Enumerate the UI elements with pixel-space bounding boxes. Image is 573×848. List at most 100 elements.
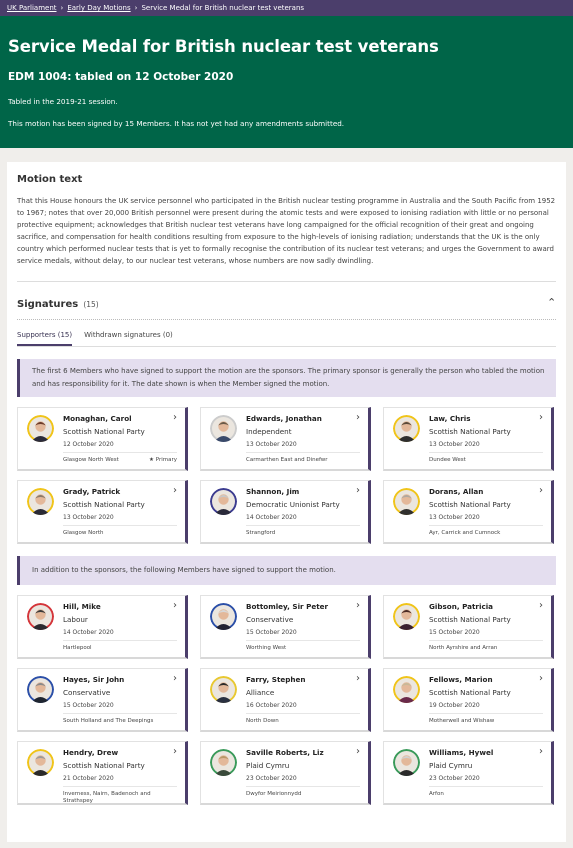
- member-card[interactable]: Bottomley, Sir Peter Conservative 15 Octob…: [200, 595, 371, 659]
- chevron-right-icon[interactable]: ›: [173, 485, 177, 496]
- main-panel: Motion text That this House honours the …: [7, 162, 566, 842]
- member-card[interactable]: Fellows, Marion Scottish National Party 19…: [383, 668, 554, 732]
- member-constituency: Glasgow North: [63, 530, 104, 536]
- member-card[interactable]: Hendry, Drew Scottish National Party 21 Oc…: [17, 741, 188, 805]
- member-avatar: [210, 415, 237, 442]
- member-avatar: [393, 603, 420, 630]
- page-title: Service Medal for British nuclear test v…: [8, 37, 439, 56]
- member-constituency: Ayr, Carrick and Cumnock: [429, 530, 501, 536]
- member-name[interactable]: Monaghan, Carol: [63, 414, 132, 423]
- breadcrumb-uk-parliament[interactable]: UK Parliament: [7, 4, 57, 12]
- member-card[interactable]: Monaghan, Carol Scottish National Party 12…: [17, 407, 188, 471]
- breadcrumb-early-day-motions[interactable]: Early Day Motions: [67, 4, 130, 12]
- supporter-grid: Hill, Mike Labour 14 October 2020 Hartlepoo…: [17, 595, 556, 805]
- chevron-right-icon[interactable]: ›: [539, 746, 543, 757]
- member-card[interactable]: Williams, Hywel Plaid Cymru 23 October 202…: [383, 741, 554, 805]
- member-constituency: Dwyfor Meirionnydd: [246, 791, 302, 797]
- member-name[interactable]: Hill, Mike: [63, 602, 101, 611]
- member-party: Scottish National Party: [429, 427, 511, 436]
- chevron-right-icon[interactable]: ›: [356, 673, 360, 684]
- chevron-right-icon[interactable]: ›: [539, 600, 543, 611]
- chevron-right-icon[interactable]: ›: [173, 673, 177, 684]
- member-name[interactable]: Law, Chris: [429, 414, 471, 423]
- member-party: Scottish National Party: [429, 615, 511, 624]
- chevron-right-icon[interactable]: ›: [173, 600, 177, 611]
- chevron-right-icon[interactable]: ›: [539, 673, 543, 684]
- divider: [63, 713, 177, 714]
- chevron-right-icon[interactable]: ›: [356, 600, 360, 611]
- signed-date: 16 October 2020: [246, 702, 297, 709]
- member-card[interactable]: Shannon, Jim Democratic Unionist Party 14 …: [200, 480, 371, 544]
- member-party: Scottish National Party: [63, 427, 145, 436]
- member-name[interactable]: Saville Roberts, Liz: [246, 748, 324, 757]
- tab-withdrawn-signatures[interactable]: Withdrawn signatures (0): [84, 331, 173, 346]
- member-card[interactable]: Law, Chris Scottish National Party 13 Octo…: [383, 407, 554, 471]
- chevron-up-icon[interactable]: ⌄: [547, 295, 556, 308]
- member-constituency: South Holland and The Deepings: [63, 718, 154, 724]
- signatures-header[interactable]: Signatures (15) ⌄: [17, 292, 556, 311]
- member-name[interactable]: Williams, Hywel: [429, 748, 493, 757]
- member-constituency: Inverness, Nairn, Badenoch and Strathspe…: [63, 791, 151, 804]
- member-avatar: [393, 415, 420, 442]
- member-name[interactable]: Hayes, Sir John: [63, 675, 124, 684]
- member-name[interactable]: Shannon, Jim: [246, 487, 299, 496]
- member-card[interactable]: Grady, Patrick Scottish National Party 13 …: [17, 480, 188, 544]
- member-avatar: [393, 749, 420, 776]
- member-party: Conservative: [246, 615, 294, 624]
- chevron-right-icon[interactable]: ›: [539, 485, 543, 496]
- member-name[interactable]: Gibson, Patricia: [429, 602, 493, 611]
- member-card[interactable]: Hayes, Sir John Conservative 15 October 20…: [17, 668, 188, 732]
- chevron-right-icon[interactable]: ›: [173, 746, 177, 757]
- signed-date: 13 October 2020: [246, 441, 297, 448]
- breadcrumb: UK Parliament › Early Day Motions › Serv…: [0, 0, 573, 16]
- member-party: Plaid Cymru: [246, 761, 290, 770]
- member-avatar: [393, 676, 420, 703]
- divider: [17, 281, 556, 282]
- signed-date: 15 October 2020: [246, 629, 297, 636]
- divider: [63, 452, 177, 453]
- member-card[interactable]: Gibson, Patricia Scottish National Party 1…: [383, 595, 554, 659]
- member-avatar: [210, 603, 237, 630]
- chevron-right-icon[interactable]: ›: [356, 746, 360, 757]
- member-avatar: [27, 676, 54, 703]
- chevron-right-icon[interactable]: ›: [356, 412, 360, 423]
- signed-date: 13 October 2020: [63, 514, 114, 521]
- signed-date: 14 October 2020: [63, 629, 114, 636]
- motion-text-heading: Motion text: [17, 174, 83, 185]
- signed-date: 15 October 2020: [63, 702, 114, 709]
- member-name[interactable]: Edwards, Jonathan: [246, 414, 322, 423]
- member-constituency: Worthing West: [246, 645, 287, 651]
- member-card[interactable]: Saville Roberts, Liz Plaid Cymru 23 Octobe…: [200, 741, 371, 805]
- member-card[interactable]: Farry, Stephen Alliance 16 October 2020 Nor…: [200, 668, 371, 732]
- member-name[interactable]: Fellows, Marion: [429, 675, 493, 684]
- member-card[interactable]: Hill, Mike Labour 14 October 2020 Hartlepoo…: [17, 595, 188, 659]
- member-avatar: [210, 676, 237, 703]
- divider: [429, 640, 543, 641]
- tab-supporters[interactable]: Supporters (15): [17, 331, 73, 346]
- member-name[interactable]: Dorans, Allan: [429, 487, 483, 496]
- member-party: Plaid Cymru: [429, 761, 473, 770]
- divider: [246, 640, 360, 641]
- motion-text-body: That this House honours the UK service p…: [17, 197, 556, 265]
- member-constituency: Strangford: [246, 530, 276, 536]
- chevron-right-icon[interactable]: ›: [539, 412, 543, 423]
- chevron-right-icon[interactable]: ›: [173, 412, 177, 423]
- member-constituency: Dundee West: [429, 457, 466, 463]
- member-card[interactable]: Dorans, Allan Scottish National Party 13 O…: [383, 480, 554, 544]
- member-card[interactable]: Edwards, Jonathan Independent 13 October 2…: [200, 407, 371, 471]
- star-icon: ★: [149, 457, 154, 463]
- page-header: Service Medal for British nuclear test v…: [0, 16, 573, 148]
- primary-sponsor-badge: ★ Primary: [149, 457, 177, 463]
- member-name[interactable]: Farry, Stephen: [246, 675, 306, 684]
- member-party: Scottish National Party: [63, 500, 145, 509]
- member-name[interactable]: Hendry, Drew: [63, 748, 118, 757]
- signed-date: 13 October 2020: [429, 514, 480, 521]
- member-name[interactable]: Bottomley, Sir Peter: [246, 602, 328, 611]
- signed-date: 15 October 2020: [429, 629, 480, 636]
- member-avatar: [210, 749, 237, 776]
- divider: [17, 319, 556, 320]
- chevron-right-icon[interactable]: ›: [356, 485, 360, 496]
- member-name[interactable]: Grady, Patrick: [63, 487, 120, 496]
- member-constituency: North Ayrshire and Arran: [429, 645, 498, 651]
- member-party: Conservative: [63, 688, 111, 697]
